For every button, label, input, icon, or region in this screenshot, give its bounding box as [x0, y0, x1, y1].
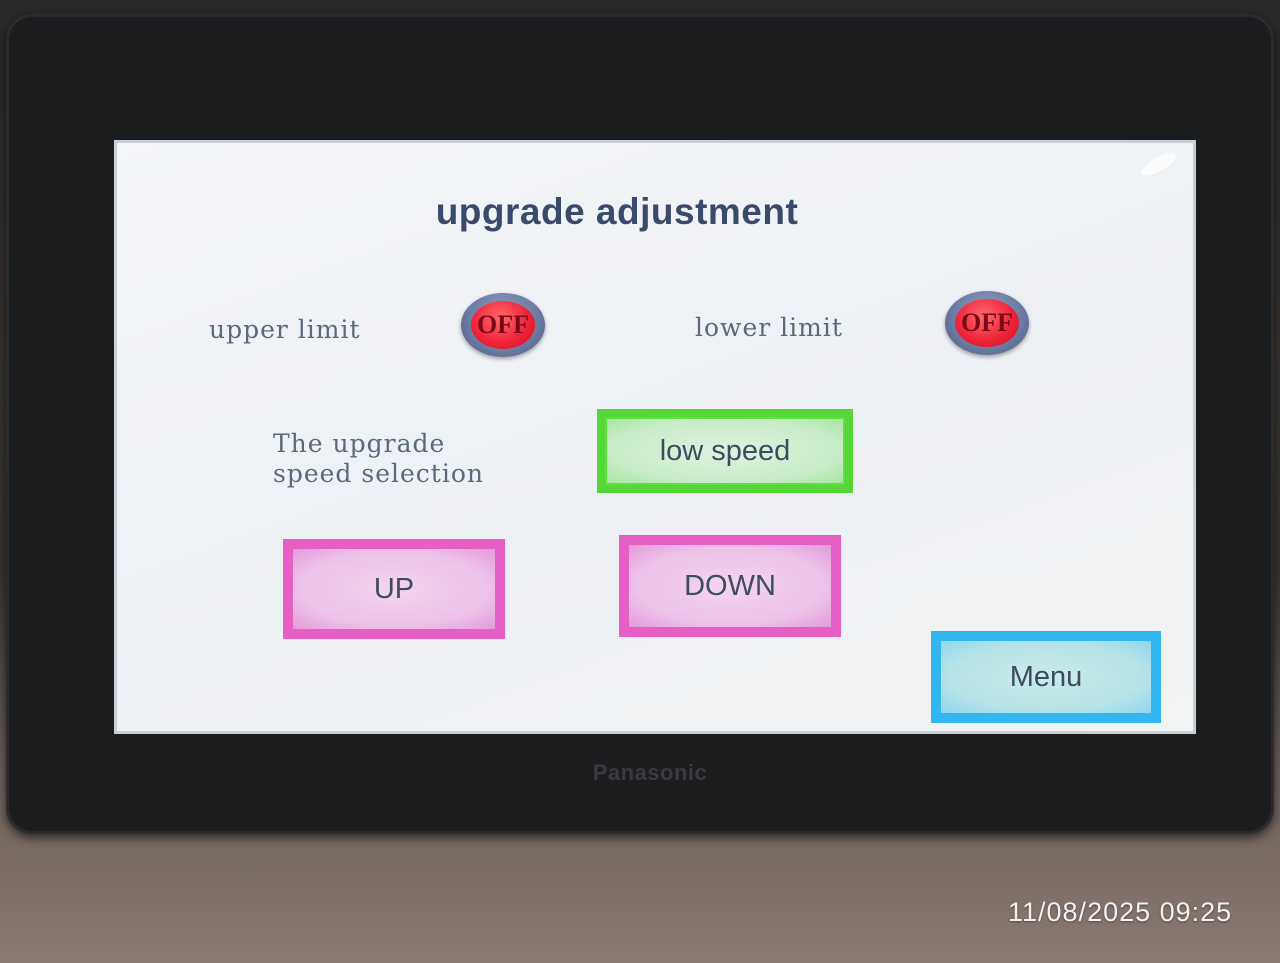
menu-button-label: Menu [1009, 660, 1083, 693]
lower-limit-label: lower limit [695, 313, 843, 342]
down-button[interactable]: DOWN [619, 535, 841, 637]
lower-limit-lamp-text: OFF [955, 299, 1019, 347]
speed-selection-button[interactable]: low speed [597, 409, 853, 493]
speed-selection-label-line1: The upgrade [273, 429, 446, 458]
screen-glare [1138, 147, 1180, 181]
photo-timestamp: 11/08/2025 09:25 [1008, 897, 1233, 927]
up-button[interactable]: UP [283, 539, 505, 639]
speed-selection-button-label: low speed [659, 434, 791, 467]
page-title: upgrade adjustment [435, 191, 799, 232]
up-button-label: UP [373, 572, 415, 605]
down-button-label: DOWN [684, 569, 776, 602]
lower-limit-lamp: OFF [945, 291, 1029, 355]
hmi-bezel: upgrade adjustment upper limit OFF lower… [6, 14, 1274, 834]
brand-logo: Panasonic [592, 760, 708, 785]
upper-limit-lamp: OFF [461, 293, 545, 357]
menu-button[interactable]: Menu [931, 631, 1161, 723]
hmi-screen: upgrade adjustment upper limit OFF lower… [114, 140, 1196, 734]
speed-selection-label-line2: speed selection [273, 459, 484, 488]
upper-limit-label: upper limit [209, 315, 361, 344]
upper-limit-lamp-text: OFF [471, 301, 535, 349]
